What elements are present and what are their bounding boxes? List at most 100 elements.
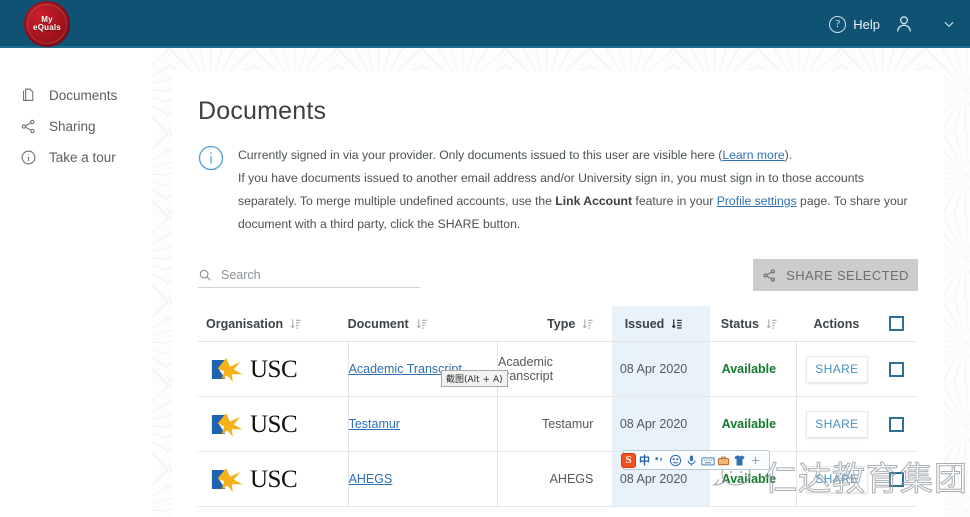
cell-actions: SHARE xyxy=(796,451,877,507)
usc-logo: USC xyxy=(206,411,298,438)
toolbox-icon[interactable] xyxy=(717,454,730,467)
sidebar-item-label: Sharing xyxy=(49,119,96,134)
question-circle-icon: ? xyxy=(829,15,847,33)
microphone-icon[interactable] xyxy=(685,454,698,467)
search-input[interactable] xyxy=(219,266,399,283)
cell-select xyxy=(877,452,916,507)
emoji-icon[interactable] xyxy=(669,454,682,467)
sogou-ime-toolbar[interactable]: S 中 xyxy=(621,450,770,470)
link-account-emphasis: Link Account xyxy=(555,194,633,208)
more-icon[interactable] xyxy=(749,454,762,467)
column-label: Issued xyxy=(624,316,665,331)
status-badge: Available xyxy=(721,362,777,376)
cell-organisation: USC xyxy=(198,342,348,397)
cell-type: Academic Transcript xyxy=(497,341,605,397)
cell-issued: 08 Apr 2020 xyxy=(605,342,701,397)
wax-seal-icon: My eQuals xyxy=(24,1,70,47)
column-header-issued[interactable]: Issued xyxy=(605,306,701,342)
table-row: USC Academic Transcript Academic Transcr… xyxy=(198,341,916,397)
sidebar-item-label: Documents xyxy=(49,88,118,103)
share-nodes-icon xyxy=(20,118,37,135)
profile-settings-link[interactable]: Profile settings xyxy=(717,194,797,208)
logo-line-1: My xyxy=(41,15,53,24)
app-logo[interactable]: My eQuals xyxy=(24,1,70,47)
info-circle-icon xyxy=(198,145,224,171)
share-button[interactable]: SHARE xyxy=(805,410,868,438)
share-selected-button[interactable]: SHARE SELECTED xyxy=(753,259,918,291)
sort-icon[interactable] xyxy=(416,318,427,330)
sidebar-item-take-a-tour[interactable]: Take a tour xyxy=(0,142,152,173)
cell-select xyxy=(877,342,916,397)
column-header-organisation[interactable]: Organisation xyxy=(198,306,348,342)
soft-keyboard-icon[interactable] xyxy=(701,454,715,467)
table-row: USC Testamur Testamur 08 Apr 2020 Availa… xyxy=(198,396,916,452)
info-circle-icon xyxy=(20,149,37,166)
logo-text: My eQuals xyxy=(33,16,61,32)
share-button[interactable]: SHARE xyxy=(805,355,868,383)
row-checkbox[interactable] xyxy=(888,361,904,377)
cell-type: Testamur xyxy=(497,396,605,452)
issued-date: 08 Apr 2020 xyxy=(619,362,688,376)
cell-organisation: USC xyxy=(198,397,348,452)
usc-logo: USC xyxy=(206,465,298,493)
sort-desc-icon[interactable] xyxy=(671,318,682,330)
usc-logo: USC xyxy=(206,355,298,383)
info-banner-text: Currently signed in via your provider. O… xyxy=(238,144,918,236)
type-text: Testamur xyxy=(541,417,594,431)
language-mode-toggle[interactable]: 中 xyxy=(639,452,650,468)
search-icon xyxy=(198,268,212,282)
sort-icon[interactable] xyxy=(582,318,593,330)
sort-icon[interactable] xyxy=(290,318,301,330)
header-right-group: ? Help xyxy=(829,0,956,48)
sidebar: Documents Sharing Take a tour xyxy=(0,48,152,517)
document-link[interactable]: AHEGS xyxy=(349,472,393,486)
cell-organisation: USC xyxy=(198,452,348,507)
issued-date: 08 Apr 2020 xyxy=(619,472,688,486)
screenshot-shortcut-tooltip: 截图(Alt + A) xyxy=(441,370,508,387)
column-label: Status xyxy=(720,316,759,331)
punctuation-icon[interactable] xyxy=(653,454,666,467)
row-checkbox[interactable] xyxy=(888,471,904,487)
column-header-status[interactable]: Status xyxy=(702,306,796,342)
cell-issued: 08 Apr 2020 xyxy=(605,397,701,452)
column-label: Document xyxy=(347,316,409,331)
logo-line-2: eQuals xyxy=(33,23,61,32)
sidebar-item-documents[interactable]: Documents xyxy=(0,80,152,111)
cell-document: AHEGS xyxy=(347,451,497,507)
status-badge: Available xyxy=(721,417,777,431)
toolbar-row: SHARE SELECTED xyxy=(198,258,918,292)
learn-more-link[interactable]: Learn more xyxy=(722,148,784,162)
help-button[interactable]: ? Help xyxy=(829,15,880,33)
cell-document: Academic Transcript xyxy=(347,341,497,397)
usc-wordmark: USC xyxy=(250,355,298,383)
column-header-document[interactable]: Document xyxy=(348,306,497,342)
row-checkbox[interactable] xyxy=(888,416,904,432)
header-bottom-rule xyxy=(0,46,970,48)
person-icon[interactable] xyxy=(894,14,914,34)
banner-line2-mid: feature in your xyxy=(632,194,717,208)
sidebar-item-sharing[interactable]: Sharing xyxy=(0,111,152,142)
documents-table: Organisation Document Type Issued Status… xyxy=(198,306,916,507)
share-button[interactable]: SHARE xyxy=(805,465,868,493)
search-box[interactable] xyxy=(198,262,420,288)
cell-status: Available xyxy=(702,397,796,452)
table-row: USC AHEGS AHEGS 08 Apr 2020 Available SH… xyxy=(198,451,916,507)
cell-actions: SHARE xyxy=(796,341,877,397)
column-label: Type xyxy=(547,316,576,331)
share-nodes-icon xyxy=(762,268,777,283)
document-link[interactable]: Testamur xyxy=(349,417,400,431)
column-header-actions: Actions xyxy=(796,306,877,342)
sort-icon[interactable] xyxy=(766,318,777,330)
usc-starburst-icon xyxy=(210,356,248,383)
cell-select xyxy=(877,397,916,452)
column-label: Organisation xyxy=(206,316,284,331)
info-banner: Currently signed in via your provider. O… xyxy=(198,144,918,236)
chevron-down-icon[interactable] xyxy=(942,17,956,31)
share-selected-label: SHARE SELECTED xyxy=(786,267,909,283)
column-header-type[interactable]: Type xyxy=(497,306,605,342)
sogou-logo-icon[interactable]: S xyxy=(621,452,636,468)
select-all-checkbox[interactable] xyxy=(888,316,904,331)
main-content-card: Documents Currently signed in via your p… xyxy=(172,71,944,517)
skin-shirt-icon[interactable] xyxy=(733,454,746,467)
usc-wordmark: USC xyxy=(250,465,298,493)
